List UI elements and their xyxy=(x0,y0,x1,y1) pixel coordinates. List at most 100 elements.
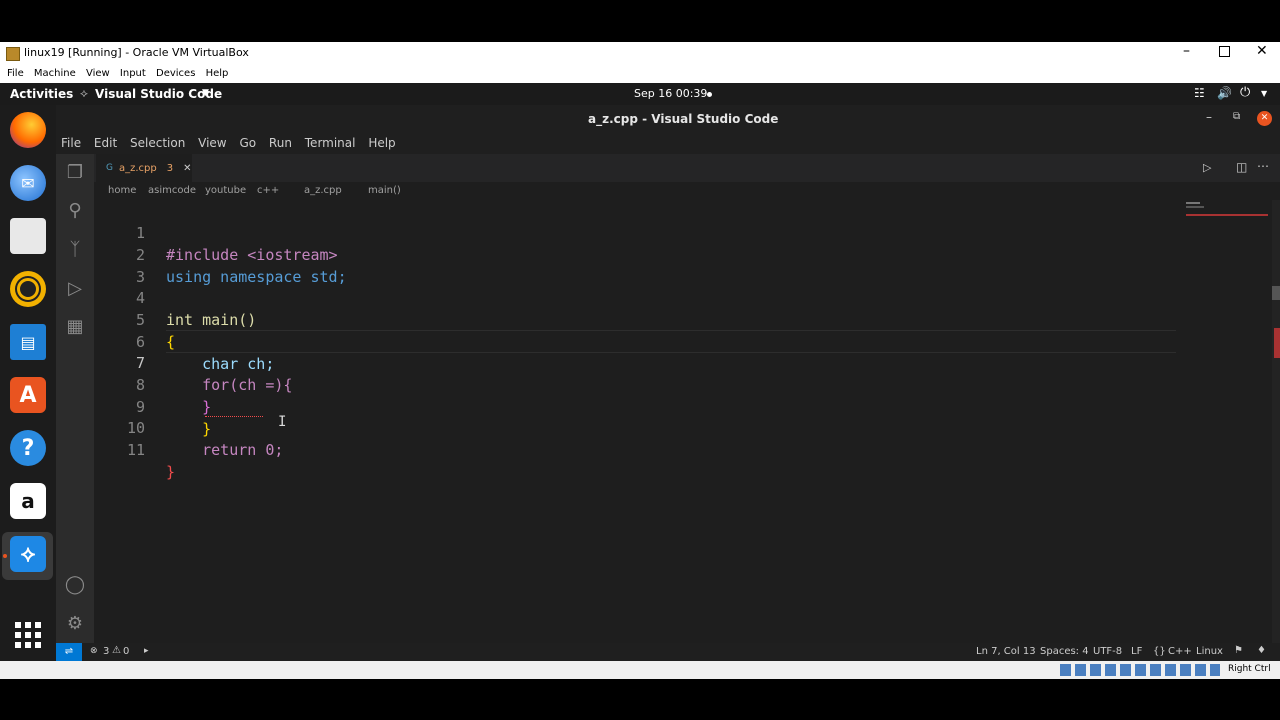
vbox-menu-input[interactable]: Input xyxy=(120,64,146,83)
vbox-menu-machine[interactable]: Machine xyxy=(34,64,76,83)
amazon-icon[interactable]: a xyxy=(10,483,46,519)
vscode-icon[interactable]: ⟡ xyxy=(10,536,46,572)
breadcrumb-symbol[interactable]: main() xyxy=(368,185,401,196)
ubuntu-dock: ✉ ▤ A ? a ⟡ xyxy=(0,105,56,661)
encoding[interactable]: UTF-8 xyxy=(1093,646,1122,657)
source-control-icon[interactable]: ᛉ xyxy=(64,239,86,261)
clock[interactable]: Sep 16 00:39 xyxy=(634,87,707,100)
vbox-menu-devices[interactable]: Devices xyxy=(156,64,195,83)
notification-dot-icon xyxy=(707,92,712,97)
activities-button[interactable]: Activities xyxy=(10,87,73,101)
cursor-position[interactable]: Ln 7, Col 13 xyxy=(976,646,1036,657)
minimap[interactable] xyxy=(1186,202,1268,218)
scrollbar[interactable] xyxy=(1272,200,1280,643)
warning-count[interactable]: 0 xyxy=(123,646,129,657)
extensions-icon[interactable]: ▦ xyxy=(64,316,86,338)
breadcrumb-asimcode[interactable]: asimcode xyxy=(148,185,196,196)
show-applications-icon[interactable] xyxy=(15,622,41,648)
menu-help[interactable]: Help xyxy=(368,132,395,154)
explorer-icon[interactable]: ❐ xyxy=(64,162,86,184)
tab-a-z-cpp[interactable]: G a_z.cpp 3 ✕ xyxy=(96,154,192,182)
code-line: 7 for(ch =){ xyxy=(135,354,293,394)
warning-icon: ⚠ xyxy=(112,645,121,656)
split-editor-icon[interactable]: ◫ xyxy=(1236,160,1247,174)
vbox-menu-view[interactable]: View xyxy=(86,64,110,83)
gnome-top-bar: Activities ⟡ Visual Studio Code ▼ Sep 16… xyxy=(0,83,1280,105)
maximize-button[interactable] xyxy=(1219,46,1230,57)
menu-go[interactable]: Go xyxy=(239,132,256,154)
breadcrumb-cpp[interactable]: c++ xyxy=(257,185,279,196)
code-line: 4 int main() xyxy=(135,289,257,329)
live-share-icon[interactable]: ▸ xyxy=(144,646,149,656)
volume-icon[interactable]: 🔊 xyxy=(1217,86,1232,100)
virtualbox-titlebar: linux19 [Running] - Oracle VM VirtualBox… xyxy=(0,42,1280,64)
code-line: 6 char ch; xyxy=(135,333,275,373)
settings-gear-icon[interactable]: ⚙ xyxy=(64,613,86,635)
code-line: 2 using namespace std; xyxy=(135,246,347,286)
running-dot xyxy=(3,554,7,558)
menu-run[interactable]: Run xyxy=(269,132,292,154)
files-icon[interactable] xyxy=(10,218,46,254)
breadcrumb-home[interactable]: home xyxy=(108,185,136,196)
language-mode[interactable]: C++ xyxy=(1168,646,1192,657)
braces-icon: {} xyxy=(1153,646,1166,657)
platform[interactable]: Linux xyxy=(1196,646,1223,657)
error-squiggle xyxy=(205,414,263,417)
menu-edit[interactable]: Edit xyxy=(94,132,117,154)
vscode-restore-button[interactable]: ⧉ xyxy=(1233,111,1240,122)
tab-close-icon[interactable]: ✕ xyxy=(183,163,191,174)
text-cursor-icon: I xyxy=(278,414,287,430)
firefox-icon[interactable] xyxy=(10,112,46,148)
vscode-minimize-button[interactable]: – xyxy=(1206,110,1212,124)
vscode-close-button[interactable]: ✕ xyxy=(1257,111,1272,126)
chevron-down-icon: ▼ xyxy=(202,88,209,98)
vbox-device-icons[interactable] xyxy=(1060,664,1220,676)
power-icon[interactable]: ⏻ xyxy=(1240,85,1250,100)
end-of-line[interactable]: LF xyxy=(1131,646,1142,657)
vbox-menu-help[interactable]: Help xyxy=(206,64,229,83)
network-icon[interactable]: ☷ xyxy=(1194,86,1205,100)
minimize-button[interactable]: – xyxy=(1183,43,1190,59)
editor-tab-bar: ▷ ◫ ⋯ xyxy=(94,154,1280,182)
system-menu-chevron-icon[interactable]: ▼ xyxy=(1261,89,1267,98)
run-file-icon[interactable]: ▷ xyxy=(1203,161,1211,174)
indentation[interactable]: Spaces: 4 xyxy=(1040,646,1089,657)
close-button[interactable]: ✕ xyxy=(1256,43,1268,59)
run-debug-icon[interactable]: ▷ xyxy=(64,278,86,300)
vbox-menu-file[interactable]: File xyxy=(7,64,24,83)
breadcrumb: home asimcode youtube c++ a_z.cpp main() xyxy=(94,182,1280,200)
help-icon[interactable]: ? xyxy=(10,430,46,466)
menu-terminal[interactable]: Terminal xyxy=(305,132,356,154)
breadcrumb-youtube[interactable]: youtube xyxy=(205,185,246,196)
error-count[interactable]: 3 xyxy=(103,646,109,657)
feedback-icon[interactable]: ⚑ xyxy=(1234,645,1243,656)
notifications-bell-icon[interactable]: ♦ xyxy=(1257,645,1266,656)
host-key: Right Ctrl xyxy=(1228,664,1271,674)
account-icon[interactable]: ◯ xyxy=(64,574,86,596)
libreoffice-writer-icon[interactable]: ▤ xyxy=(10,324,46,360)
tab-problem-count: 3 xyxy=(166,162,174,174)
software-center-icon[interactable]: A xyxy=(10,377,46,413)
more-actions-icon[interactable]: ⋯ xyxy=(1257,159,1269,173)
code-editor[interactable]: 1 #include <iostream> 2 using namespace … xyxy=(94,200,1280,643)
menu-file[interactable]: File xyxy=(61,132,81,154)
code-line: 3 xyxy=(135,268,145,286)
window-title: a_z.cpp - Visual Studio Code xyxy=(588,112,779,126)
cpp-file-icon: G xyxy=(106,163,113,173)
menu-view[interactable]: View xyxy=(198,132,226,154)
menu-selection[interactable]: Selection xyxy=(130,132,185,154)
thunderbird-icon[interactable]: ✉ xyxy=(10,165,46,201)
search-icon[interactable]: ⚲ xyxy=(64,200,86,222)
code-line: 9 } xyxy=(135,398,212,438)
vscode-small-icon: ⟡ xyxy=(80,86,88,100)
virtualbox-title: linux19 [Running] - Oracle VM VirtualBox xyxy=(24,46,249,59)
rhythmbox-icon[interactable] xyxy=(10,271,46,307)
code-line: 1 #include <iostream> xyxy=(135,224,338,264)
breadcrumb-file[interactable]: a_z.cpp xyxy=(304,185,342,196)
code-line: 10 return 0; xyxy=(126,419,284,459)
remote-indicator[interactable]: ⇌ xyxy=(56,643,82,661)
vscode-titlebar: a_z.cpp - Visual Studio Code – ⧉ ✕ xyxy=(56,105,1280,132)
code-line: 5 { xyxy=(135,311,176,351)
virtualbox-menubar: File Machine View Input Devices Help xyxy=(0,64,1280,83)
code-line: 11 } xyxy=(126,441,176,481)
